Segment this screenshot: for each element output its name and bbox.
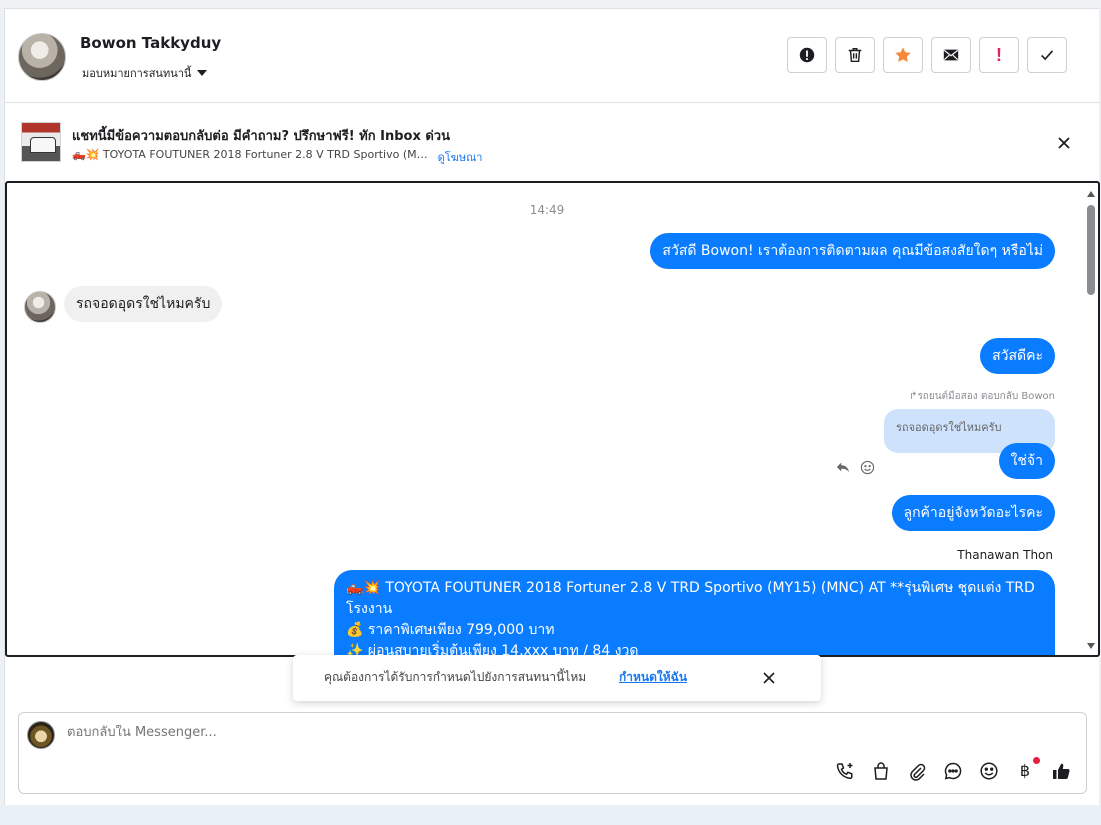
saved-replies-button[interactable]	[942, 760, 964, 782]
ad-banner: แชทนี้มีข้อความตอบกลับต่อ มีคำถาม? ปรึกษ…	[5, 103, 1100, 181]
toast-text: คุณต้องการได้รับการกำหนดไปยังการสนทนานี้…	[324, 670, 587, 684]
mail-button[interactable]	[931, 37, 971, 73]
attach-button[interactable]	[906, 760, 928, 782]
shop-button[interactable]	[870, 760, 892, 782]
message-tools	[835, 459, 875, 475]
done-button[interactable]	[1027, 37, 1067, 73]
star-icon	[895, 47, 911, 63]
reply-note-text: รถยนต์มือสอง ตอบกลับ Bowon	[917, 391, 1055, 402]
reply-input[interactable]	[67, 725, 967, 740]
contact-name[interactable]: Bowon Takkyduy	[80, 34, 221, 52]
message-composer: ฿	[18, 712, 1087, 794]
header-actions: !	[787, 37, 1067, 73]
sender-name: Thanawan Thon	[957, 548, 1053, 562]
spam-button[interactable]: !	[979, 37, 1019, 73]
ad-thumbnail[interactable]	[21, 122, 61, 162]
star-button[interactable]	[883, 37, 923, 73]
conversation-header: Bowon Takkyduy มอบหมายการสนทนานี้ !	[5, 9, 1100, 103]
like-button[interactable]	[1050, 760, 1072, 782]
shopping-bag-icon	[874, 762, 888, 780]
conversation-panel: Bowon Takkyduy มอบหมายการสนทนานี้ ! แชทน…	[4, 8, 1100, 805]
payment-button[interactable]: ฿	[1014, 757, 1040, 782]
message-incoming[interactable]: รถจอดอุดรใช่ไหมครับ	[64, 286, 223, 322]
smiley-icon	[980, 762, 998, 780]
close-icon[interactable]	[761, 670, 777, 686]
ad-description: 🛻💥 TOYOTA FOUTUNER 2018 Fortuner 2.8 V T…	[72, 148, 428, 161]
scroll-thumb[interactable]	[1087, 205, 1095, 295]
report-button[interactable]	[787, 37, 827, 73]
contact-avatar[interactable]	[18, 33, 66, 81]
mail-icon	[943, 49, 959, 61]
trash-icon	[848, 47, 862, 63]
report-icon	[799, 47, 815, 63]
assign-conversation-dropdown[interactable]: มอบหมายการสนทนานี้	[82, 64, 208, 82]
composer-toolbar: ฿	[834, 757, 1072, 782]
message-list[interactable]: 14:49 สวัสดี Bowon! เราต้องการติดตามผล ค…	[5, 181, 1100, 657]
assign-label: มอบหมายการสนทนานี้	[82, 67, 192, 80]
baht-icon: ฿	[1019, 763, 1031, 780]
emoji-react-icon[interactable]	[859, 459, 875, 475]
phone-plus-icon	[836, 763, 853, 780]
contact-avatar-small	[24, 291, 56, 323]
emoji-button[interactable]	[978, 760, 1000, 782]
check-icon	[1041, 50, 1054, 61]
reply-icon[interactable]	[835, 459, 851, 475]
ad-message-bubble[interactable]: 🛻💥 TOYOTA FOUTUNER 2018 Fortuner 2.8 V T…	[334, 570, 1055, 655]
message-outgoing[interactable]: ลูกค้าอยู่จังหวัดอะไรคะ	[891, 495, 1055, 531]
ad-banner-subtitle: 🛻💥 TOYOTA FOUTUNER 2018 Fortuner 2.8 V T…	[72, 148, 482, 166]
page-footer-strip	[0, 805, 1101, 825]
reply-note: ↱รถยนต์มือสอง ตอบกลับ Bowon	[909, 389, 1055, 404]
message-timestamp: 14:49	[529, 203, 565, 217]
ad-message-line: 🛻💥 TOYOTA FOUTUNER 2018 Fortuner 2.8 V T…	[346, 580, 1035, 617]
exclamation-icon: !	[996, 44, 1002, 65]
message-outgoing[interactable]: สวัสดีคะ	[980, 338, 1055, 374]
assign-toast: คุณต้องการได้รับการกำหนดไปยังการสนทนานี้…	[293, 655, 821, 701]
scroll-down-arrow[interactable]	[1087, 643, 1095, 649]
ad-banner-title: แชทนี้มีข้อความตอบกลับต่อ มีคำถาม? ปรึกษ…	[72, 129, 450, 144]
message-outgoing[interactable]: ใช่จ้า	[998, 443, 1055, 479]
page-avatar	[27, 721, 55, 749]
scrollbar[interactable]	[1086, 187, 1096, 653]
close-icon[interactable]	[1054, 133, 1074, 153]
scroll-up-arrow[interactable]	[1087, 191, 1095, 197]
paperclip-icon	[910, 763, 926, 781]
delete-button[interactable]	[835, 37, 875, 73]
chat-bubble-icon	[944, 762, 962, 780]
ad-message-line: 💰 ราคาพิเศษเพียง 799,000 บาท	[346, 622, 555, 638]
view-ad-link[interactable]: ดูโฆษณา	[438, 148, 483, 166]
assign-to-me-link[interactable]: กำหนดให้ฉัน	[619, 668, 687, 687]
call-button[interactable]	[834, 760, 856, 782]
thumbs-up-icon	[1053, 763, 1070, 779]
chevron-down-icon	[197, 70, 208, 76]
message-outgoing[interactable]: สวัสดี Bowon! เราต้องการติดตามผล คุณมีข้…	[650, 233, 1055, 269]
notification-dot	[1033, 757, 1040, 764]
